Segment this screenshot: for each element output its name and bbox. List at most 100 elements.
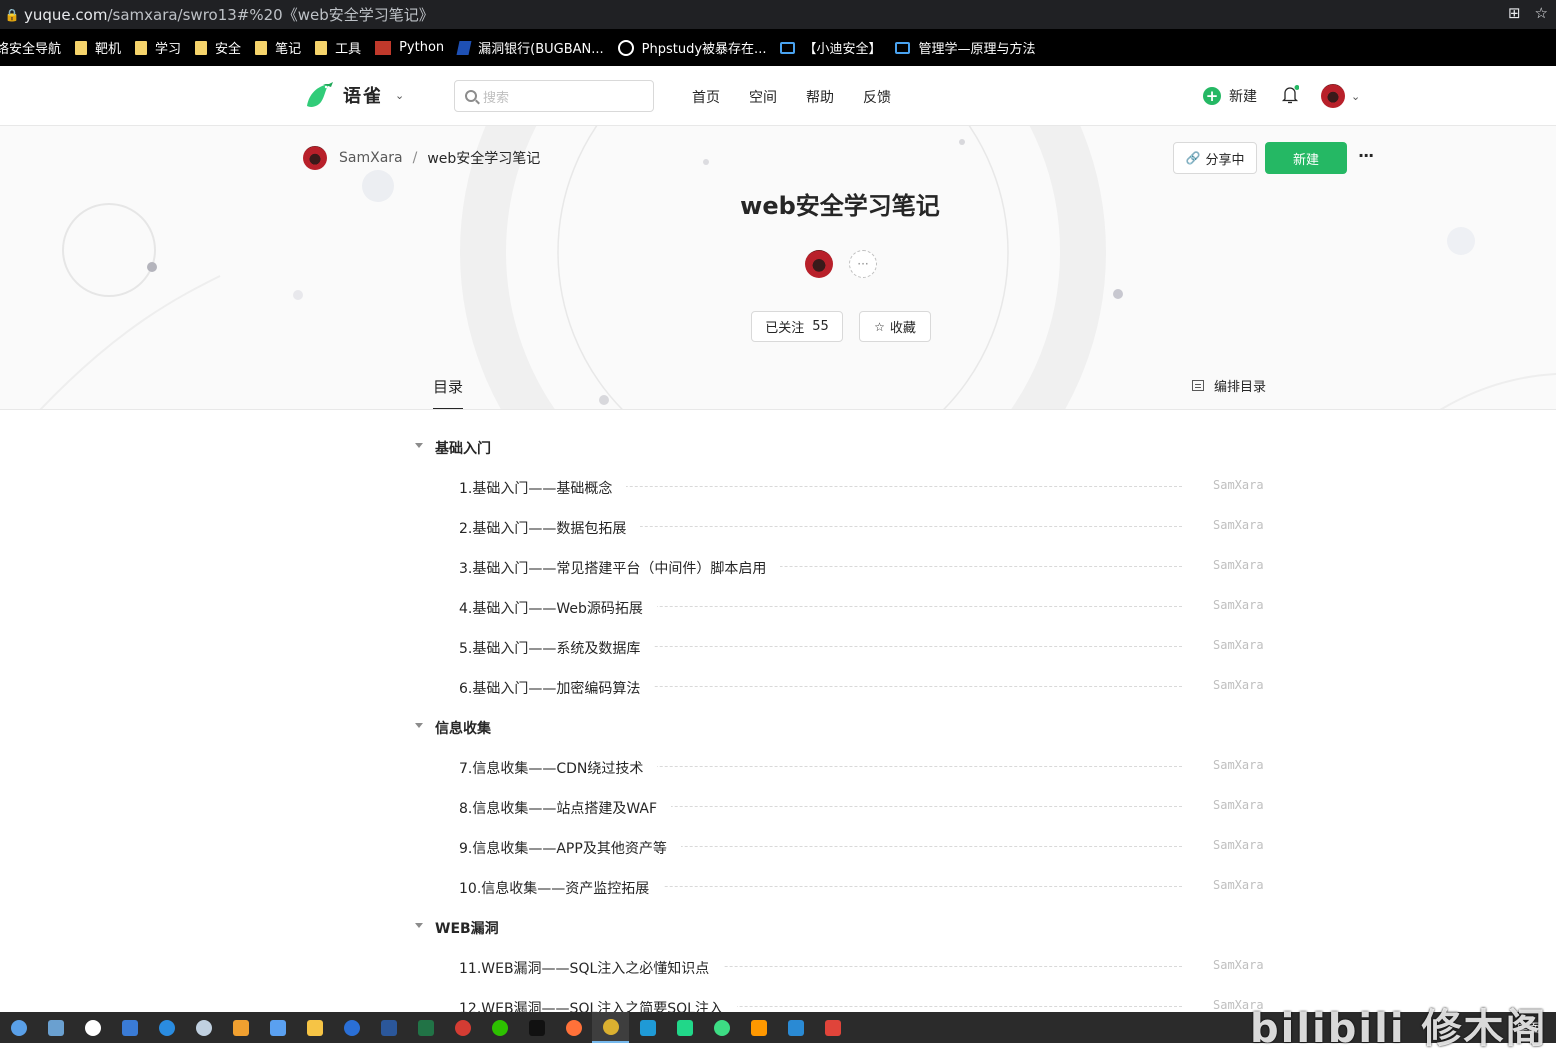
search-input[interactable]: 搜索 <box>454 80 654 112</box>
bookmark-label: 络安全导航 <box>0 42 62 57</box>
bookmark-item[interactable]: 靶机 <box>75 29 121 66</box>
taskbar-g-app[interactable] <box>74 1012 111 1043</box>
follow-button[interactable]: 已关注 55 <box>751 311 843 342</box>
user-menu[interactable]: ⌄ <box>1321 84 1360 108</box>
share-button[interactable]: 🔗 分享中 <box>1173 142 1257 174</box>
toc-group[interactable]: 基础入门 <box>0 427 1556 467</box>
owner-avatar[interactable] <box>303 146 327 170</box>
toc-group[interactable]: WEB漏洞 <box>0 907 1556 947</box>
new-button-header[interactable]: + 新建 <box>1203 86 1257 106</box>
taskbar-xmind[interactable] <box>814 1012 851 1043</box>
taskbar-netease-music[interactable] <box>444 1012 481 1043</box>
taskbar-feather[interactable] <box>111 1012 148 1043</box>
bookmark-star-icon[interactable]: ☆ <box>1535 4 1548 22</box>
caret-down-icon[interactable] <box>415 923 423 928</box>
taskbar-wechat[interactable] <box>481 1012 518 1043</box>
taskbar-vscode[interactable] <box>777 1012 814 1043</box>
toc-item-title[interactable]: 9.信息收集——APP及其他资产等 <box>459 838 681 858</box>
nav-item[interactable]: 首页 <box>692 87 720 107</box>
bookmark-item[interactable]: 络安全导航 <box>0 29 61 66</box>
toc-item[interactable]: 3.基础入门——常见搭建平台（中间件）脚本启用 SamXara <box>0 547 1556 587</box>
edit-toc-button[interactable]: 编排目录 <box>1192 376 1266 395</box>
taskbar-ie-app[interactable] <box>222 1012 259 1043</box>
taskbar-network[interactable] <box>37 1012 74 1043</box>
bell-icon[interactable] <box>1281 85 1299 105</box>
taskbar-word[interactable] <box>370 1012 407 1043</box>
more-members-button[interactable]: ··· <box>849 250 877 278</box>
chevron-down-icon[interactable]: ⌄ <box>1351 90 1360 103</box>
toc-item-title[interactable]: 6.基础入门——加密编码算法 <box>459 678 655 698</box>
toc-item[interactable]: 1.基础入门——基础概念 SamXara <box>0 467 1556 507</box>
caret-down-icon[interactable] <box>415 443 423 448</box>
taskbar-baidu-netdisk[interactable] <box>259 1012 296 1043</box>
toc-item[interactable]: 2.基础入门——数据包拓展 SamXara <box>0 507 1556 547</box>
taskbar-lanxin[interactable] <box>333 1012 370 1043</box>
nav-item[interactable]: 帮助 <box>806 87 834 107</box>
toc-item[interactable]: 11.WEB漏洞——SQL注入之必懂知识点 SamXara <box>0 947 1556 987</box>
taskbar-pycharm[interactable] <box>666 1012 703 1043</box>
caret-down-icon[interactable] <box>415 723 423 728</box>
install-icon[interactable]: ⊞ <box>1508 4 1521 22</box>
toc-item[interactable]: 7.信息收集——CDN绕过技术 SamXara <box>0 747 1556 787</box>
toc-item-title[interactable]: 12.WEB漏洞——SQL注入之简要SQL注入 <box>459 998 737 1012</box>
toc-item[interactable]: 10.信息收集——资产监控拓展 SamXara <box>0 867 1556 907</box>
chevron-down-icon[interactable]: ⌄ <box>395 89 404 102</box>
bookmark-item[interactable]: 安全 <box>195 29 241 66</box>
tv-icon <box>895 41 911 54</box>
favorite-button[interactable]: ☆ 收藏 <box>859 311 931 342</box>
lock-icon[interactable]: 🔒 <box>4 7 20 23</box>
xmind-icon <box>824 1019 841 1036</box>
toc-item[interactable]: 6.基础入门——加密编码算法 SamXara <box>0 667 1556 707</box>
nav-item[interactable]: 空间 <box>749 87 777 107</box>
taskbar-steam[interactable] <box>185 1012 222 1043</box>
toc-item-author: SamXara <box>1213 478 1264 492</box>
bookmark-item[interactable]: Phpstudy被暴存在... <box>617 29 766 66</box>
toc-item[interactable]: 9.信息收集——APP及其他资产等 SamXara <box>0 827 1556 867</box>
bookmark-item[interactable]: Python <box>375 29 444 66</box>
toc-item-title[interactable]: 8.信息收集——站点搭建及WAF <box>459 798 672 818</box>
bookmark-item[interactable]: 学习 <box>135 29 181 66</box>
taskbar-start[interactable] <box>0 1012 37 1043</box>
taskbar-browser-e[interactable] <box>148 1012 185 1043</box>
taskbar-firefox[interactable] <box>555 1012 592 1043</box>
breadcrumb-book[interactable]: web安全学习笔记 <box>427 148 540 168</box>
toc-item-title[interactable]: 7.信息收集——CDN绕过技术 <box>459 758 658 778</box>
toc-item-title[interactable]: 4.基础入门——Web源码拓展 <box>459 598 657 618</box>
toc-item-title[interactable]: 2.基础入门——数据包拓展 <box>459 518 641 538</box>
toc-item-title[interactable]: 10.信息收集——资产监控拓展 <box>459 878 664 898</box>
toc-item[interactable]: 4.基础入门——Web源码拓展 SamXara <box>0 587 1556 627</box>
browser-address-bar[interactable]: 🔒 yuque.com/samxara/swro13#%20《web安全学习笔记… <box>0 0 1556 29</box>
toc-item-title[interactable]: 5.基础入门——系统及数据库 <box>459 638 655 658</box>
folder-icon <box>75 40 88 55</box>
taskbar-explorer[interactable] <box>296 1012 333 1043</box>
toc-item[interactable]: 8.信息收集——站点搭建及WAF SamXara <box>0 787 1556 827</box>
more-options-icon[interactable]: ··· <box>1358 146 1374 165</box>
url-text[interactable]: yuque.com/samxara/swro13#%20《web安全学习笔记》 <box>24 4 434 25</box>
taskbar-qq[interactable] <box>518 1012 555 1043</box>
new-label: 新建 <box>1229 89 1257 105</box>
taskbar-excel[interactable] <box>407 1012 444 1043</box>
bookmark-item[interactable]: 【小迪安全】 <box>780 29 881 66</box>
bookmark-item[interactable]: 工具 <box>315 29 361 66</box>
toc-item-title[interactable]: 3.基础入门——常见搭建平台（中间件）脚本启用 <box>459 558 781 578</box>
taskbar-sublime[interactable] <box>740 1012 777 1043</box>
taskbar-vmware[interactable] <box>629 1012 666 1043</box>
breadcrumb-owner[interactable]: SamXara <box>339 150 403 166</box>
avatar[interactable] <box>1321 84 1345 108</box>
new-doc-button[interactable]: 新建 <box>1265 142 1347 174</box>
toc-item-title[interactable]: 11.WEB漏洞——SQL注入之必懂知识点 <box>459 958 724 978</box>
bookmark-item[interactable]: 漏洞银行(BUGBAN... <box>456 29 604 66</box>
member-avatar[interactable] <box>805 250 833 278</box>
chrome-icon <box>602 1018 619 1035</box>
nav-item[interactable]: 反馈 <box>863 87 891 107</box>
toc-item[interactable]: 5.基础入门——系统及数据库 SamXara <box>0 627 1556 667</box>
bookmark-label: 笔记 <box>275 42 302 57</box>
yuque-logo[interactable]: 语雀 ⌄ <box>303 80 404 110</box>
taskbar-android[interactable] <box>703 1012 740 1043</box>
bookmark-item[interactable]: 管理学—原理与方法 <box>895 29 1036 66</box>
bookmark-item[interactable]: 笔记 <box>255 29 301 66</box>
taskbar-chrome[interactable] <box>592 1012 629 1043</box>
toc-item-title[interactable]: 1.基础入门——基础概念 <box>459 478 627 498</box>
tab-toc[interactable]: 目录 <box>433 376 464 409</box>
toc-group[interactable]: 信息收集 <box>0 707 1556 747</box>
